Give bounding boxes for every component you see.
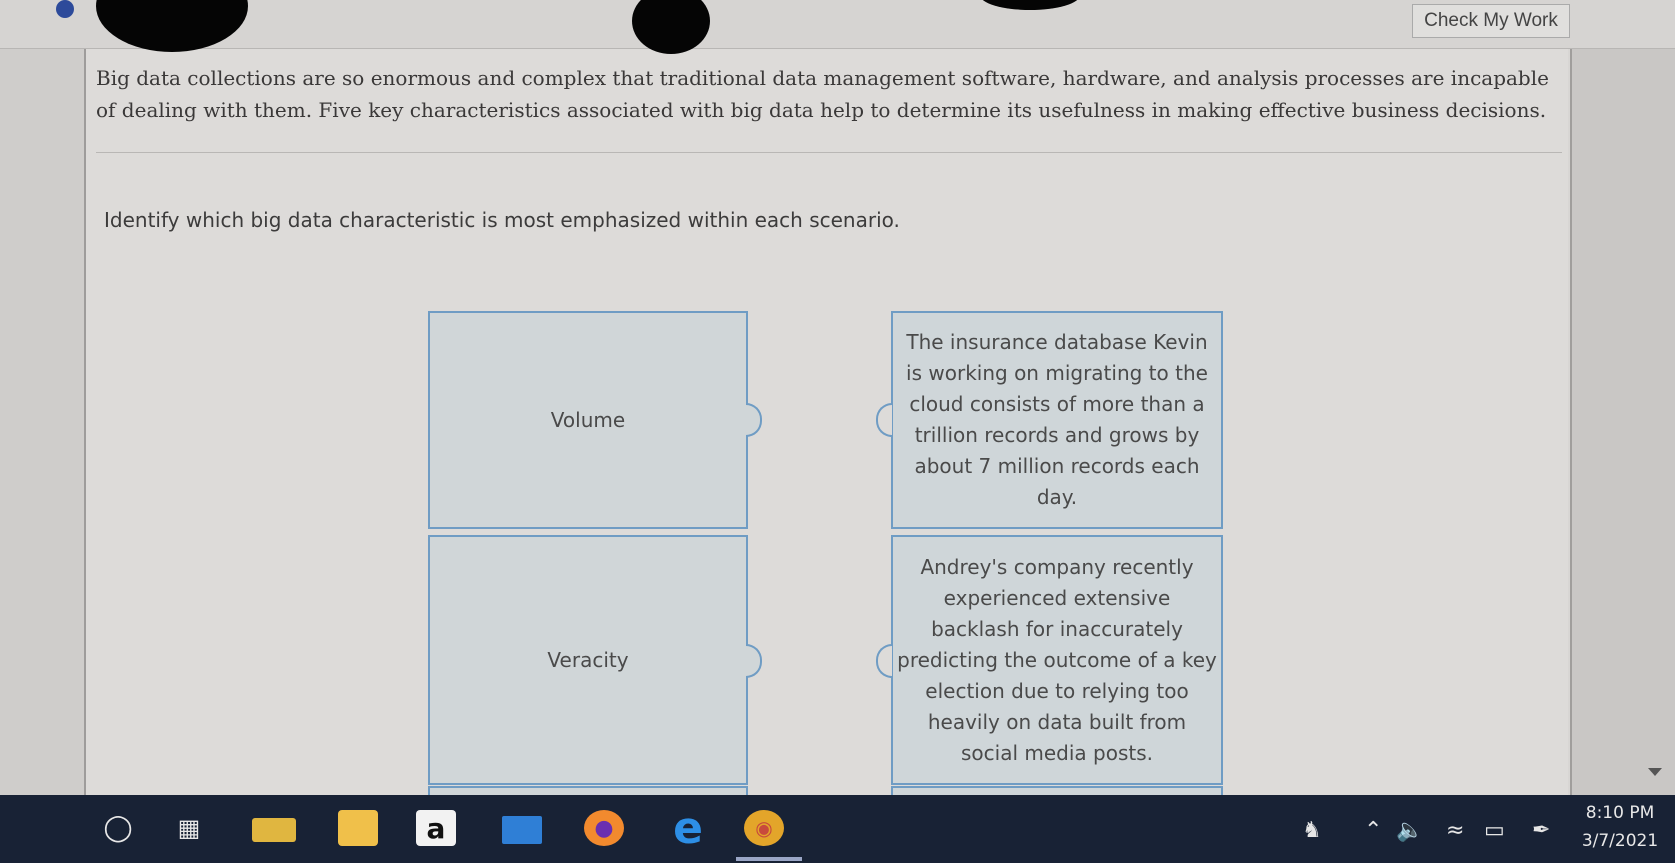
file-explorer-icon[interactable] [252,818,296,842]
term-tile-veracity[interactable]: Veracity [428,535,748,785]
scenario-text: Andrey's company recently experienced ex… [897,554,1217,765]
scroll-down-arrow-icon[interactable] [1648,768,1662,776]
question-instruction: Identify which big data characteristic i… [104,208,900,232]
search-icon[interactable]: ◯ [103,810,132,846]
top-bar: Check My Work [0,0,1675,54]
scenario-tile-1[interactable]: The insurance database Kevin is working … [891,311,1223,529]
term-tile-volume[interactable]: Volume [428,311,748,529]
redaction-blot [632,0,710,54]
check-my-work-button[interactable]: Check My Work [1412,4,1570,38]
active-app-indicator [736,857,802,861]
battery-icon[interactable]: ▭ [1484,818,1505,843]
task-view-icon[interactable]: ▦ [172,810,206,846]
redaction-blot [980,0,1080,10]
taskbar-clock[interactable]: 8:10 PM 3/7/2021 [1570,799,1670,855]
pen-icon[interactable]: ✒ [1532,818,1550,843]
amazon-icon[interactable]: a [416,810,456,846]
term-label: Veracity [547,647,629,672]
wifi-icon[interactable]: ≈ [1446,818,1464,843]
clock-time: 8:10 PM [1585,803,1655,823]
edge-icon[interactable]: e [668,803,708,854]
clock-date: 3/7/2021 [1581,831,1659,851]
scrollbar[interactable] [1570,0,1675,795]
progress-dot-icon [56,0,74,18]
chevron-up-icon[interactable]: ⌃ [1364,818,1382,843]
firefox-icon[interactable]: ● [584,810,624,846]
left-margin [0,0,86,795]
scenario-text: The insurance database Kevin is working … [906,330,1208,509]
divider [96,152,1562,153]
redaction-blot [96,0,248,52]
people-icon[interactable]: ♞ [1302,818,1322,843]
scenario-tile-2[interactable]: Andrey's company recently experienced ex… [891,535,1223,785]
term-label: Volume [550,407,626,432]
volume-icon[interactable]: 🔈 [1396,818,1423,843]
store-icon[interactable] [338,810,378,846]
mail-icon[interactable] [502,816,542,844]
chrome-icon[interactable]: ◉ [744,810,784,846]
question-intro: Big data collections are so enormous and… [96,66,1549,122]
